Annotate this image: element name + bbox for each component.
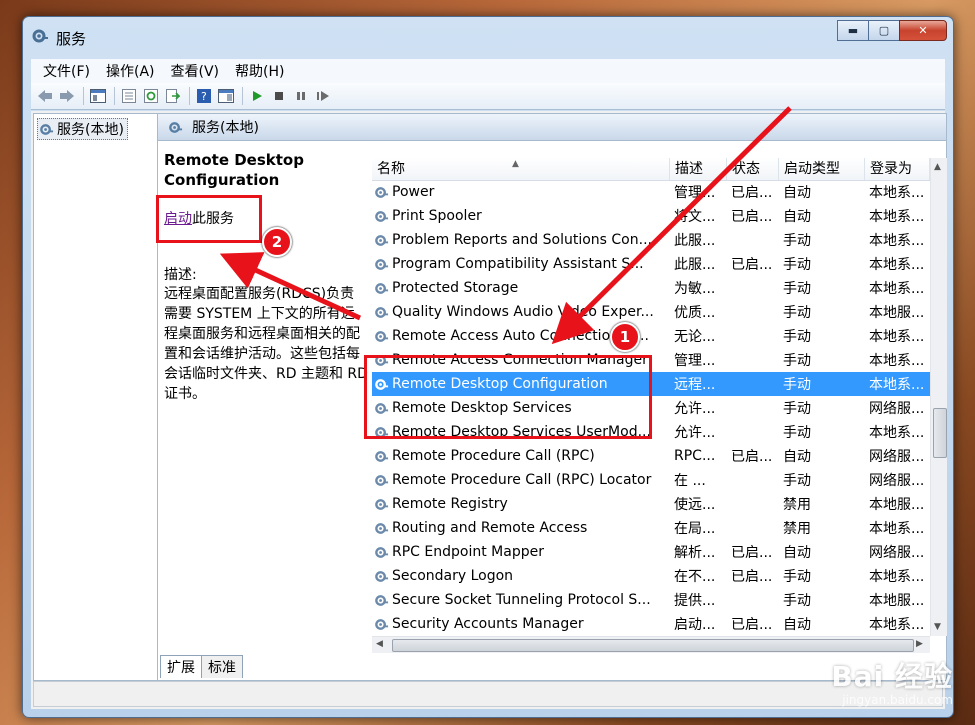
annotation-arrows	[219, 106, 792, 345]
baidu-watermark: Bai 经验 jingyan.baidu.com	[831, 655, 953, 707]
arrow-to-start-link	[219, 252, 362, 321]
watermark-url: jingyan.baidu.com	[842, 693, 953, 707]
watermark-logo: Bai 经验	[831, 660, 953, 693]
arrow-to-selected-service	[551, 106, 792, 345]
